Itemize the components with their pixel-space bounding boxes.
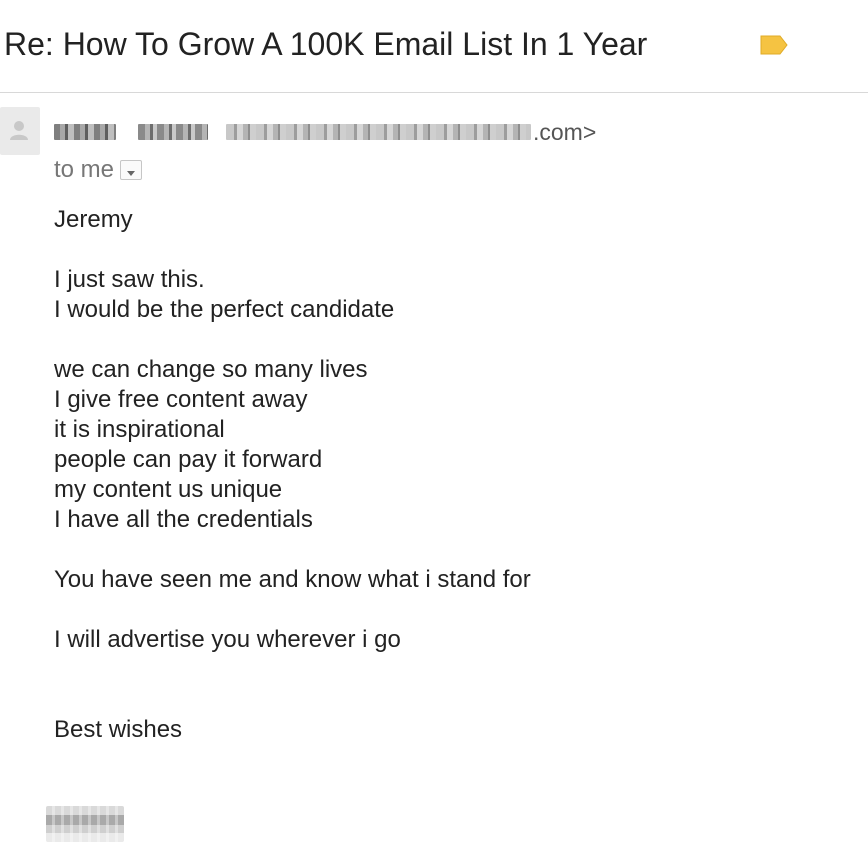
body-line: we can change so many lives xyxy=(54,356,368,383)
message-body: Jeremy I just saw this. I would be the p… xyxy=(54,205,834,745)
recipient-text: to me xyxy=(54,156,115,183)
redacted-sender-name-2 xyxy=(138,124,208,140)
body-line: You have seen me and know what i stand f… xyxy=(54,566,531,593)
email-subject: Re: How To Grow A 100K Email List In 1 Y… xyxy=(4,26,648,62)
dropdown-arrow-icon[interactable] xyxy=(120,160,143,180)
body-closing: Best wishes xyxy=(54,716,183,743)
recipient-line: to me xyxy=(54,156,143,184)
subject-bar: Re: How To Grow A 100K Email List In 1 Y… xyxy=(0,0,868,93)
label-tag-icon[interactable] xyxy=(759,35,789,55)
message-header: .com> to me xyxy=(0,104,868,194)
body-line: my content us unique xyxy=(54,476,283,503)
sender-address-suffix: .com> xyxy=(533,118,597,145)
body-line: I give free content away xyxy=(54,386,308,413)
redacted-sender-email xyxy=(226,124,531,140)
body-line: I have all the credentials xyxy=(54,506,313,533)
sender-info[interactable]: .com> xyxy=(54,117,596,147)
body-line: I just saw this. xyxy=(54,266,205,293)
person-icon xyxy=(10,121,28,140)
body-line: I would be the perfect candidate xyxy=(54,296,395,323)
redacted-signature xyxy=(46,806,124,842)
body-line: I will advertise you wherever i go xyxy=(54,626,401,653)
body-line: it is inspirational xyxy=(54,416,225,443)
body-line: people can pay it forward xyxy=(54,446,323,473)
redacted-sender-name xyxy=(54,124,116,140)
body-greeting: Jeremy xyxy=(54,206,133,233)
sender-avatar[interactable] xyxy=(0,107,40,155)
